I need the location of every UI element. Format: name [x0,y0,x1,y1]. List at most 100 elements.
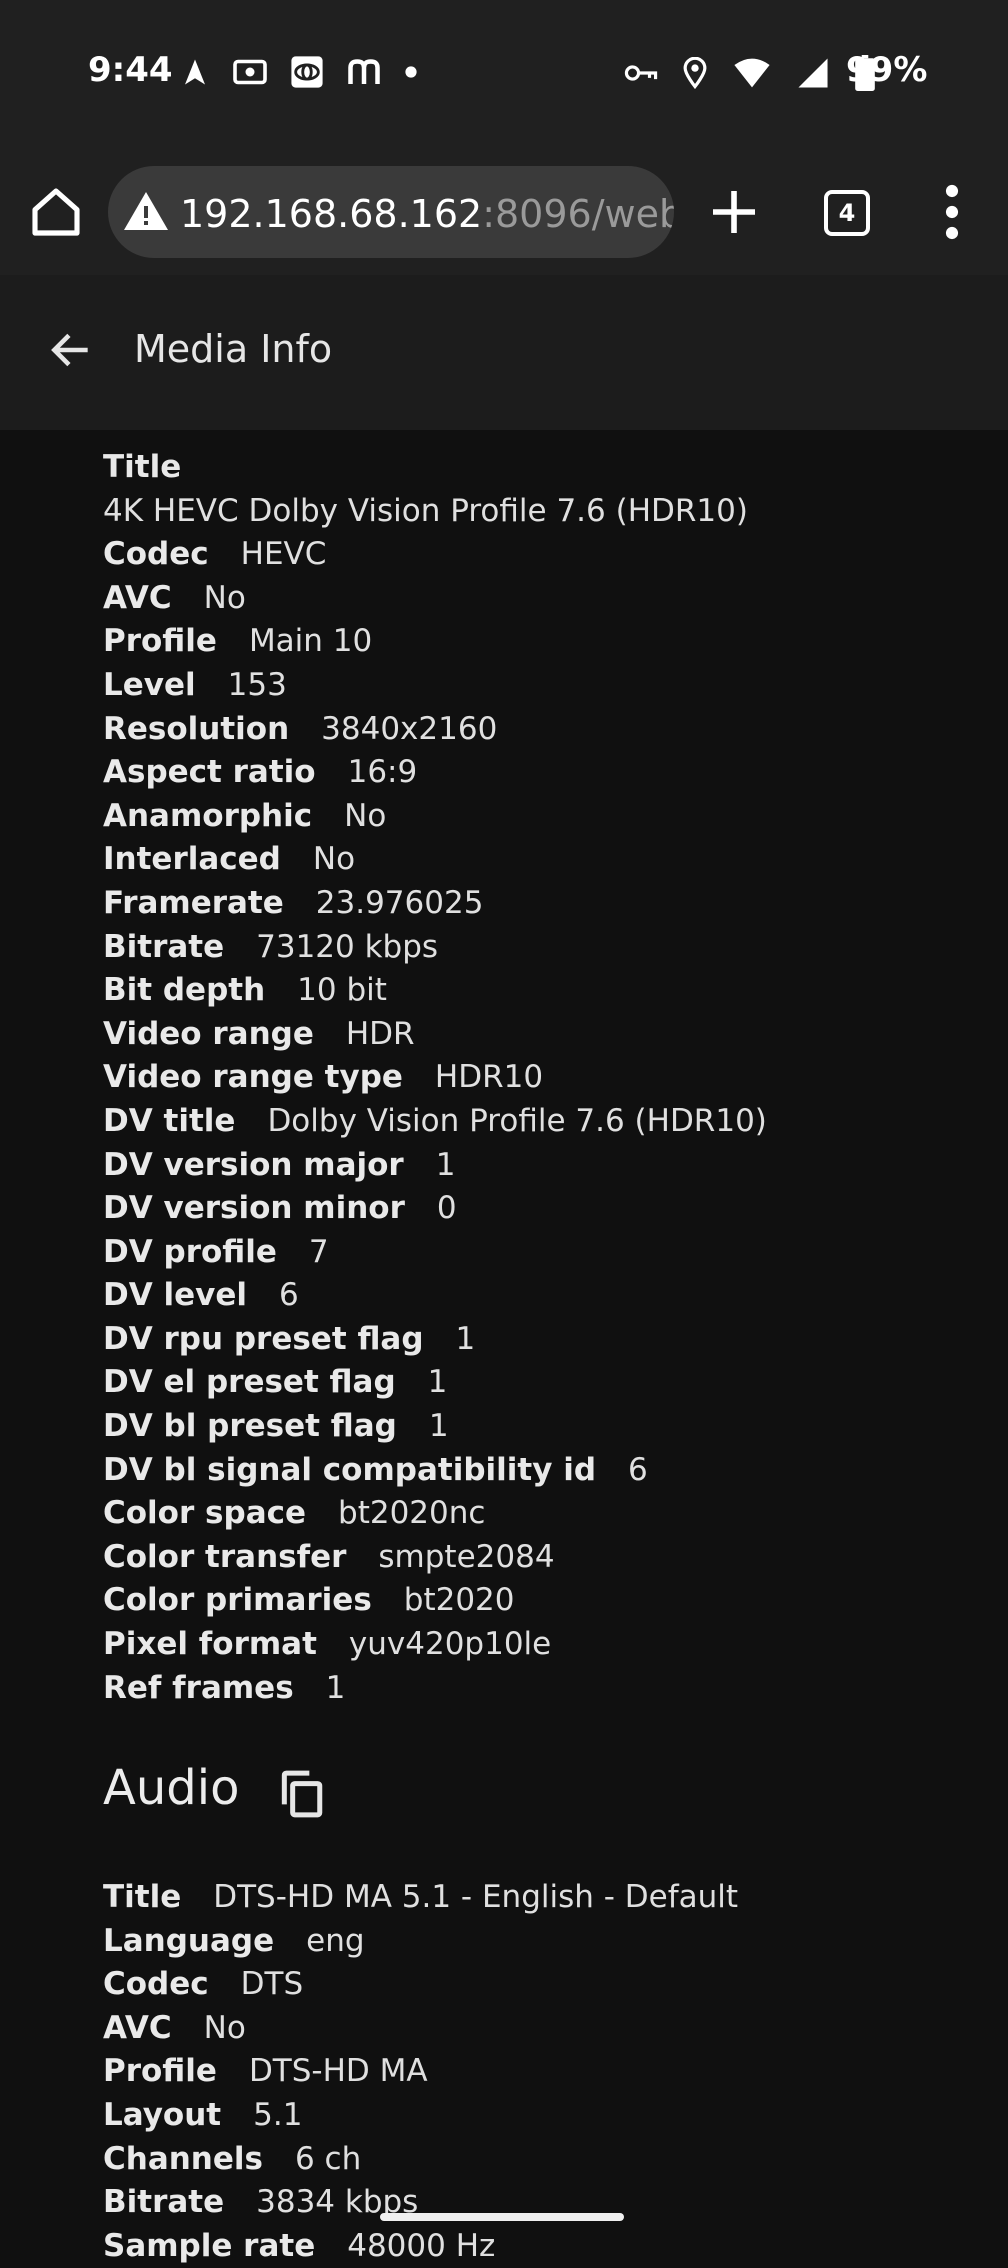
info-value: yuv420p10le [348,1626,552,1663]
video-info-row: DV bl preset flag 1 [103,1405,983,1449]
info-value: eng [306,1922,365,1959]
info-label: Aspect ratio [103,754,316,791]
info-value: No [344,797,387,834]
new-tab-icon[interactable] [706,184,762,240]
info-value: 153 [227,666,287,703]
video-info-row: DV level 6 [103,1274,983,1318]
app-header: Media Info [0,275,1008,430]
notification-app-icon [233,59,267,85]
video-info-row: Codec HEVC [103,533,983,577]
video-info-row: DV rpu preset flag 1 [103,1318,983,1362]
info-label: Codec [103,536,209,573]
info-value: 1 [455,1320,476,1357]
video-info-row: Aspect ratio 16:9 [103,751,983,795]
video-info-row: Color space bt2020nc [103,1492,983,1536]
url-text[interactable]: 192.168.68.162:8096/web/# [180,192,674,236]
tab-switcher-button[interactable]: 4 [824,190,870,236]
status-time: 9:44 [88,50,173,90]
video-info-row: DV version minor 0 [103,1187,983,1231]
video-info-row: Video range HDR [103,1013,983,1057]
audio-info-row: Title DTS-HD MA 5.1 - English - Default [103,1876,983,1920]
info-label: Video range type [103,1059,403,1096]
video-info-row: Bit depth 10 bit [103,969,983,1013]
info-label: Profile [103,623,217,660]
location-icon [683,57,707,89]
info-label: Color transfer [103,1538,347,1575]
audio-info-row: AVC No [103,2007,983,2051]
battery-percent: 99% [846,50,928,90]
info-label: Title [103,449,182,485]
info-label: Ref frames [103,1669,294,1706]
video-info-row: Anamorphic No [103,795,983,839]
info-label: AVC [103,579,172,616]
info-label: AVC [103,2009,172,2046]
info-label: Color space [103,1495,307,1532]
info-label: DV el preset flag [103,1364,396,1401]
back-arrow-icon[interactable] [46,325,96,375]
info-label: DV version major [103,1146,404,1183]
info-label: Level [103,666,196,703]
info-label: Profile [103,2053,217,2090]
audio-info-row: Language eng [103,1920,983,1964]
video-info-list: Title 4K HEVC Dolby Vision Profile 7.6 (H… [103,446,983,1710]
audio-heading: Audio [103,1760,240,1816]
navigation-icon [185,59,205,85]
address-bar[interactable]: 192.168.68.162:8096/web/# [108,166,674,258]
audio-info-row: Codec DTS [103,1963,983,2007]
info-value: No [312,841,356,878]
info-value: 1 [325,1669,346,1706]
gesture-home-indicator[interactable] [380,2213,624,2221]
signal-icon [798,58,828,88]
info-value: 0 [436,1190,457,1227]
info-value: Main 10 [248,623,373,660]
url-path: :8096/web/# [482,192,674,236]
video-info-row: Profile Main 10 [103,620,983,664]
info-label: Color primaries [103,1582,372,1619]
info-label: Language [103,1922,275,1959]
copy-icon[interactable] [278,1769,324,1819]
info-value: HDR10 [434,1059,544,1096]
more-menu-icon[interactable] [940,184,964,240]
video-info-row: DV bl signal compatibility id 6 [103,1449,983,1493]
audio-info-row: Channels 6 ch [103,2138,983,2182]
info-value: 4K HEVC Dolby Vision Profile 7.6 (HDR10) [103,492,748,529]
info-value: DTS [240,1966,304,2003]
info-label: Bitrate [103,928,225,965]
info-label: Channels [103,2140,263,2177]
warning-icon[interactable] [122,188,170,236]
info-label: Interlaced [103,841,281,878]
page-title: Media Info [134,327,333,371]
video-info-row: DV version major 1 [103,1144,983,1188]
info-label: Codec [103,1966,209,2003]
info-value: 3840x2160 [321,710,498,747]
info-label: DV rpu preset flag [103,1320,424,1357]
info-value: bt2020nc [338,1495,486,1532]
info-value: Dolby Vision Profile 7.6 (HDR10) [267,1102,767,1139]
info-value: 5.1 [253,2096,303,2133]
info-value: 1 [428,1408,449,1445]
video-info-row: Pixel format yuv420p10le [103,1623,983,1667]
browser-toolbar: 192.168.68.162:8096/web/# 4 [0,150,1008,275]
audio-info-row: Profile DTS-HD MA [103,2050,983,2094]
video-info-row: DV profile 7 [103,1231,983,1275]
info-value: DTS-HD MA 5.1 - English - Default [213,1879,739,1915]
audio-info-row: Layout 5.1 [103,2094,983,2138]
wifi-icon [734,58,770,88]
toyota-app-icon [291,56,323,88]
status-bar: 9:44 99% [0,0,1008,150]
video-info-row: Title [103,446,983,490]
video-info-row: Bitrate 73120 kbps [103,926,983,970]
info-value: bt2020 [403,1582,515,1619]
video-info-row: Color transfer smpte2084 [103,1536,983,1580]
info-value: 6 [279,1277,299,1314]
info-value: No [203,2009,246,2046]
video-info-row: Video range type HDR10 [103,1056,983,1100]
info-label: DV level [103,1277,248,1314]
video-info-row: AVC No [103,577,983,621]
info-value: 6 ch [294,2140,362,2177]
status-right-icons [624,55,876,91]
info-label: DV profile [103,1233,277,1270]
info-label: Video range [103,1015,314,1052]
video-info-row: 4K HEVC Dolby Vision Profile 7.6 (HDR10) [103,490,983,534]
home-icon[interactable] [28,184,84,240]
